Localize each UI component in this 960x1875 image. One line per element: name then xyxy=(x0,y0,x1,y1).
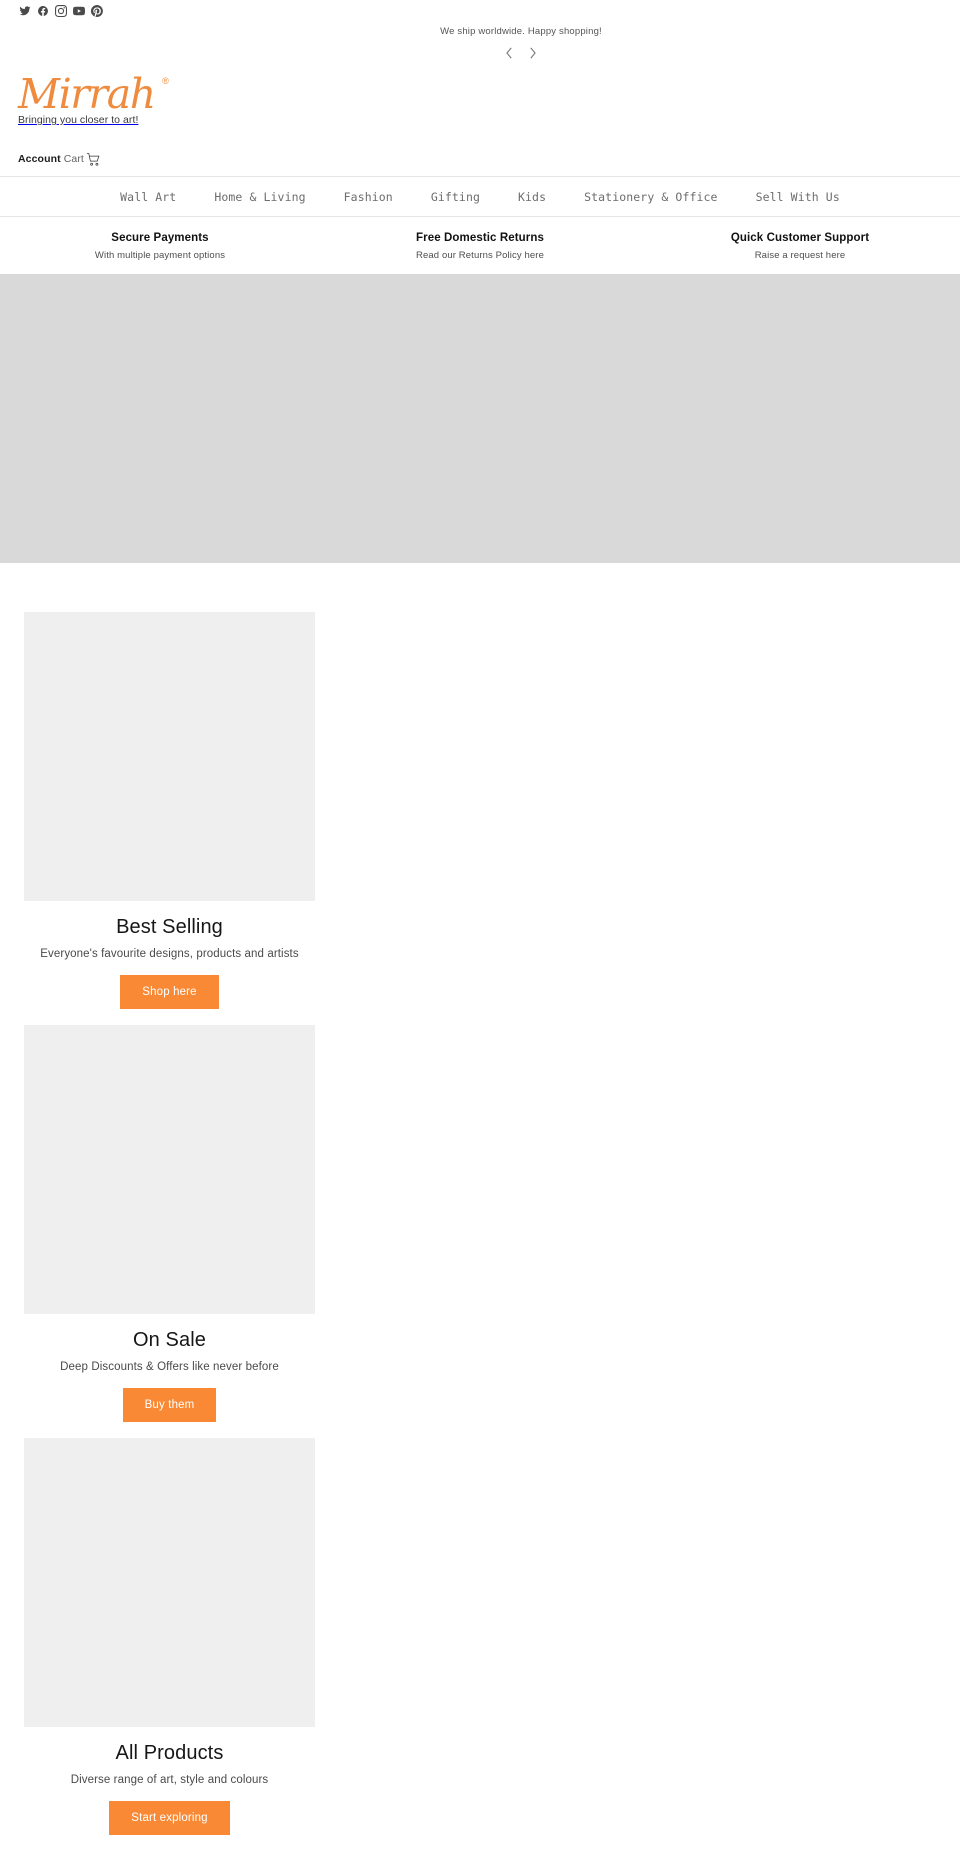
promo-title: All Products xyxy=(115,1742,224,1764)
nav-item-home-living[interactable]: Home & Living xyxy=(195,188,324,206)
promo-subtitle: Deep Discounts & Offers like never befor… xyxy=(60,1361,279,1373)
instagram-icon[interactable] xyxy=(54,4,67,17)
feature-subtitle: Read our Returns Policy here xyxy=(416,250,544,261)
promo-image[interactable] xyxy=(24,1025,315,1314)
promo-image[interactable] xyxy=(24,612,315,901)
announcement-text: We ship worldwide. Happy shopping! xyxy=(440,26,602,37)
site-logo[interactable]: Mirrah ® Bringing you closer to art! xyxy=(18,72,169,127)
pinterest-icon[interactable] xyxy=(90,4,103,17)
chevron-left-icon[interactable] xyxy=(503,46,517,60)
promo-card-best-selling: Best Selling Everyone's favourite design… xyxy=(0,612,960,1009)
nav-item-gifting[interactable]: Gifting xyxy=(412,188,499,206)
social-links xyxy=(18,4,103,17)
promo-section: Best Selling Everyone's favourite design… xyxy=(0,612,960,1835)
promo-subtitle: Everyone's favourite designs, products a… xyxy=(40,948,299,960)
nav-link-stationery-office[interactable]: Stationery & Office xyxy=(565,190,736,204)
utility-row: Account Cart xyxy=(0,150,960,176)
nav-item-wall-art[interactable]: Wall Art xyxy=(101,188,195,206)
feature-title: Secure Payments xyxy=(111,232,209,244)
nav-link-kids[interactable]: Kids xyxy=(499,190,565,204)
feature-strip: Secure Payments With multiple payment op… xyxy=(0,217,960,274)
promo-card-all-products: All Products Diverse range of art, style… xyxy=(0,1438,960,1835)
feature-title: Quick Customer Support xyxy=(730,232,870,244)
promo-card-on-sale: On Sale Deep Discounts & Offers like nev… xyxy=(0,1025,960,1422)
feature-secure-payments: Secure Payments With multiple payment op… xyxy=(0,230,320,262)
nav-link-fashion[interactable]: Fashion xyxy=(325,190,412,204)
cart-icon xyxy=(86,152,101,167)
logo-wordmark: Mirrah xyxy=(18,70,156,118)
promo-subtitle: Diverse range of art, style and colours xyxy=(70,1774,269,1786)
nav-item-sell-with-us[interactable]: Sell With Us xyxy=(737,188,859,206)
main-navigation: Wall Art Home & Living Fashion Gifting K… xyxy=(0,176,960,217)
hero-banner[interactable] xyxy=(0,274,960,563)
announcement-bar: We ship worldwide. Happy shopping! xyxy=(0,22,960,64)
feature-subtitle: With multiple payment options xyxy=(94,250,226,261)
promo-body: Best Selling Everyone's favourite design… xyxy=(24,901,315,1009)
account-link[interactable]: Account xyxy=(18,153,61,165)
nav-list: Wall Art Home & Living Fashion Gifting K… xyxy=(101,188,859,206)
buy-them-button[interactable]: Buy them xyxy=(122,1388,217,1422)
nav-link-sell-with-us[interactable]: Sell With Us xyxy=(737,190,859,204)
facebook-icon[interactable] xyxy=(36,4,49,17)
promo-body: On Sale Deep Discounts & Offers like nev… xyxy=(24,1314,315,1422)
shop-here-button[interactable]: Shop here xyxy=(120,975,219,1009)
chevron-right-icon[interactable] xyxy=(526,46,540,60)
start-exploring-button[interactable]: Start exploring xyxy=(109,1801,230,1835)
promo-body: All Products Diverse range of art, style… xyxy=(24,1727,315,1835)
promo-title: On Sale xyxy=(133,1329,206,1351)
registered-trademark-icon: ® xyxy=(162,76,169,86)
youtube-icon[interactable] xyxy=(72,4,85,17)
nav-item-kids[interactable]: Kids xyxy=(499,188,565,206)
feature-subtitle: Raise a request here xyxy=(754,250,846,261)
nav-item-fashion[interactable]: Fashion xyxy=(325,188,412,206)
feature-title: Free Domestic Returns xyxy=(416,232,544,244)
social-bar xyxy=(0,0,960,22)
announcement-controls xyxy=(0,46,960,60)
nav-link-gifting[interactable]: Gifting xyxy=(412,190,499,204)
feature-quick-customer-support: Quick Customer Support Raise a request h… xyxy=(640,230,960,262)
promo-image[interactable] xyxy=(24,1438,315,1727)
cart-link[interactable]: Cart xyxy=(64,152,101,167)
site-header: Mirrah ® Bringing you closer to art! xyxy=(0,64,960,150)
nav-link-wall-art[interactable]: Wall Art xyxy=(101,190,195,204)
hero-spacer xyxy=(0,563,960,612)
twitter-icon[interactable] xyxy=(18,4,31,17)
nav-link-home-living[interactable]: Home & Living xyxy=(195,190,324,204)
promo-title: Best Selling xyxy=(116,916,223,938)
nav-item-stationery-office[interactable]: Stationery & Office xyxy=(565,188,736,206)
feature-free-domestic-returns: Free Domestic Returns Read our Returns P… xyxy=(320,230,640,262)
cart-label[interactable]: Cart xyxy=(64,153,84,165)
